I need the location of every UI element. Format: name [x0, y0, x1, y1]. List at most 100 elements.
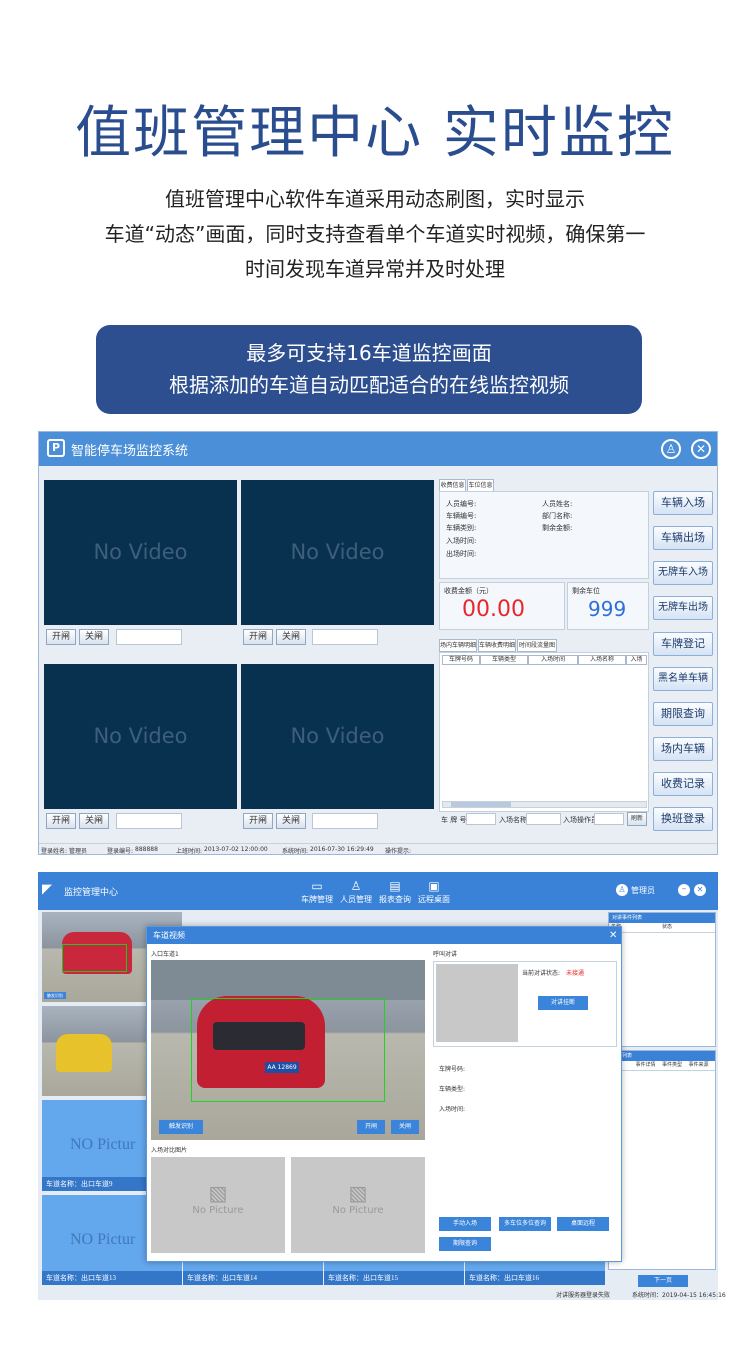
- open-gate-button-2[interactable]: 开闸: [243, 629, 273, 645]
- intercom-panel: 当前对讲状态: 未接通 对讲挂断: [433, 961, 617, 1047]
- nav-remote-desktop[interactable]: ▣ 远程桌面: [417, 878, 451, 905]
- vehicle-type-label: 车辆类型:: [439, 1086, 466, 1093]
- close-icon[interactable]: ✕: [694, 884, 706, 896]
- tab-fee-detail[interactable]: 车辆收费明细: [478, 639, 516, 652]
- intercom-label: 呼叫对讲: [433, 951, 458, 958]
- page-description: 值班管理中心软件车道采用动态刷图，实时显示 车道“动态”画面，同时支持查看单个车…: [104, 187, 646, 281]
- plate-number-label: 车牌号码:: [439, 1066, 466, 1073]
- feature-banner: 最多可支持16车道监控画面 根据添加的车道自动匹配适合的在线监控视频: [96, 325, 642, 414]
- user-icon[interactable]: ♙: [661, 439, 681, 459]
- unlicensed-entry-button[interactable]: 无牌车入场: [653, 561, 713, 585]
- vehicle-list-table: 车牌号码 车辆类型 入场时间 入场名称 入场: [439, 652, 649, 812]
- compare-label: 入场对比图片: [151, 1147, 188, 1154]
- blacklist-button[interactable]: 黑名单车辆: [653, 667, 713, 691]
- trigger-recognition-button[interactable]: 触发识别: [159, 1120, 203, 1134]
- intercom-events-panel: 对讲事件列表 名称 状态: [608, 912, 716, 1047]
- tab-flow-chart[interactable]: 时间段流量图: [517, 639, 557, 652]
- refresh-button[interactable]: 刷新: [627, 812, 647, 826]
- video-feed-2: No Video: [241, 480, 434, 625]
- intercom-video: [436, 964, 518, 1042]
- vehicle-entry-button[interactable]: 车辆入场: [653, 491, 713, 515]
- plate-search-input[interactable]: [466, 813, 496, 825]
- lane-input-4[interactable]: [312, 813, 378, 829]
- open-gate-button[interactable]: 开闸: [357, 1120, 385, 1134]
- col-entry-name[interactable]: 入场名称: [578, 655, 626, 665]
- intercom-login-status: 对讲服务器登录失败: [556, 1292, 611, 1299]
- col-type[interactable]: 车辆类型: [480, 655, 528, 665]
- user-name: 管理员: [631, 886, 655, 895]
- minimize-icon[interactable]: –: [678, 884, 690, 896]
- tab-vehicles-inside[interactable]: 场内车辆明细: [439, 639, 477, 652]
- close-gate-button[interactable]: 关闸: [391, 1120, 419, 1134]
- table-header: 车牌号码 车辆类型 入场时间 入场名称 入场: [442, 655, 647, 665]
- yellow-car-image: [56, 1034, 112, 1072]
- remote-desktop-button[interactable]: 桌面远程: [557, 1217, 609, 1231]
- system-time: 系统时间：2019-04-15 16:45:16: [632, 1292, 726, 1299]
- multi-space-query-button[interactable]: 多车位多位查询: [499, 1217, 551, 1231]
- report-icon: ▤: [389, 879, 401, 893]
- desktop-icon: ▣: [428, 879, 440, 893]
- remaining-spaces: 999: [588, 597, 627, 621]
- picture-icon: ▧: [348, 1181, 368, 1205]
- vehicles-inside-button[interactable]: 场内车辆: [653, 737, 713, 761]
- lane-name: 入口车道1: [151, 951, 179, 958]
- nav-personnel[interactable]: ♙ 人员管理: [339, 878, 373, 905]
- vehicle-exit-button[interactable]: 车辆出场: [653, 526, 713, 550]
- parking-logo-icon: P: [47, 439, 65, 457]
- col-entry[interactable]: 入场: [626, 655, 647, 665]
- picture-icon: ▧: [208, 1181, 228, 1205]
- video-feed-3: No Video: [44, 664, 237, 809]
- video-feed-4: No Video: [241, 664, 434, 809]
- background-scene: [151, 960, 425, 1000]
- horizontal-scrollbar[interactable]: [442, 801, 647, 808]
- close-icon[interactable]: ✕: [691, 439, 711, 459]
- nav-reports[interactable]: ▤ 报表查询: [378, 878, 412, 905]
- detection-box: [62, 944, 127, 972]
- entry-name-input[interactable]: [526, 813, 561, 825]
- next-page-button[interactable]: 下一页: [638, 1275, 688, 1287]
- close-gate-button-1[interactable]: 关闸: [79, 629, 109, 645]
- fee-records-button[interactable]: 收费记录: [653, 772, 713, 796]
- parking-monitor-window: P 智能停车场监控系统 ♙ ✕ No Video No Video No Vid…: [38, 431, 718, 855]
- term-query-button[interactable]: 期限查询: [653, 702, 713, 726]
- vehicle-info-panel: 人员编号: 车辆编号: 车辆类别: 入场时间: 出场时间: 人员姓名: 部门名称…: [439, 491, 649, 579]
- spaces-panel: 剩余车位 999: [567, 582, 649, 630]
- title-bar: P 智能停车场监控系统 ♙ ✕: [39, 432, 717, 466]
- scroll-thumb[interactable]: [451, 802, 511, 807]
- manual-entry-button[interactable]: 手动入场: [439, 1217, 491, 1231]
- unlicensed-exit-button[interactable]: 无牌车出场: [653, 596, 713, 620]
- page-title: 值班管理中心 实时监控: [75, 101, 675, 166]
- lane-input-3[interactable]: [116, 813, 182, 829]
- dialog-close-icon[interactable]: ✕: [609, 927, 617, 944]
- open-gate-button-4[interactable]: 开闸: [243, 813, 273, 829]
- col-plate[interactable]: 车牌号码: [442, 655, 480, 665]
- intercom-state: 未接通: [566, 970, 585, 977]
- lane-input-1[interactable]: [116, 629, 182, 645]
- lane-input-2[interactable]: [312, 629, 378, 645]
- operator-input[interactable]: [594, 813, 624, 825]
- shift-login-button[interactable]: 换班登录: [653, 807, 713, 831]
- close-gate-button-2[interactable]: 关闸: [276, 629, 306, 645]
- close-gate-button-3[interactable]: 关闸: [79, 813, 109, 829]
- video-feed-1: No Video: [44, 480, 237, 625]
- monitor-center-window: ◤ 监控管理中心 ▭ 车牌管理 ♙ 人员管理 ▤ 报表查询 ▣ 远程桌面 ♙ 管…: [38, 872, 726, 1300]
- nav-plate-management[interactable]: ▭ 车牌管理: [300, 878, 334, 905]
- trigger-button-small[interactable]: 触发识别: [44, 992, 66, 999]
- plate-register-button[interactable]: 车牌登记: [653, 632, 713, 656]
- top-bar: ◤ 监控管理中心 ▭ 车牌管理 ♙ 人员管理 ▤ 报表查询 ▣ 远程桌面 ♙ 管…: [38, 872, 718, 910]
- user-avatar-icon: ♙: [616, 884, 628, 896]
- status-list-panel: 状态列表 名称 事件详情 事件类型 事件来源: [608, 1050, 716, 1270]
- fee-panel: 收费金额（元） 00.00: [439, 582, 565, 630]
- live-video: AA 12869 触发识别 开闸 关闸: [151, 960, 425, 1140]
- term-query-button[interactable]: 期限查询: [439, 1237, 491, 1251]
- open-gate-button-3[interactable]: 开闸: [46, 813, 76, 829]
- entry-time-label: 入场时间:: [439, 1106, 466, 1113]
- fee-amount: 00.00: [462, 597, 525, 622]
- entry-compare-image-1: ▧ No Picture: [151, 1157, 285, 1253]
- open-gate-button-1[interactable]: 开闸: [46, 629, 76, 645]
- close-gate-button-4[interactable]: 关闸: [276, 813, 306, 829]
- hangup-button[interactable]: 对讲挂断: [538, 996, 588, 1010]
- plate-icon: ▭: [311, 879, 323, 893]
- col-entry-time[interactable]: 入场时间: [528, 655, 578, 665]
- camera-logo-icon: ◤: [42, 882, 52, 897]
